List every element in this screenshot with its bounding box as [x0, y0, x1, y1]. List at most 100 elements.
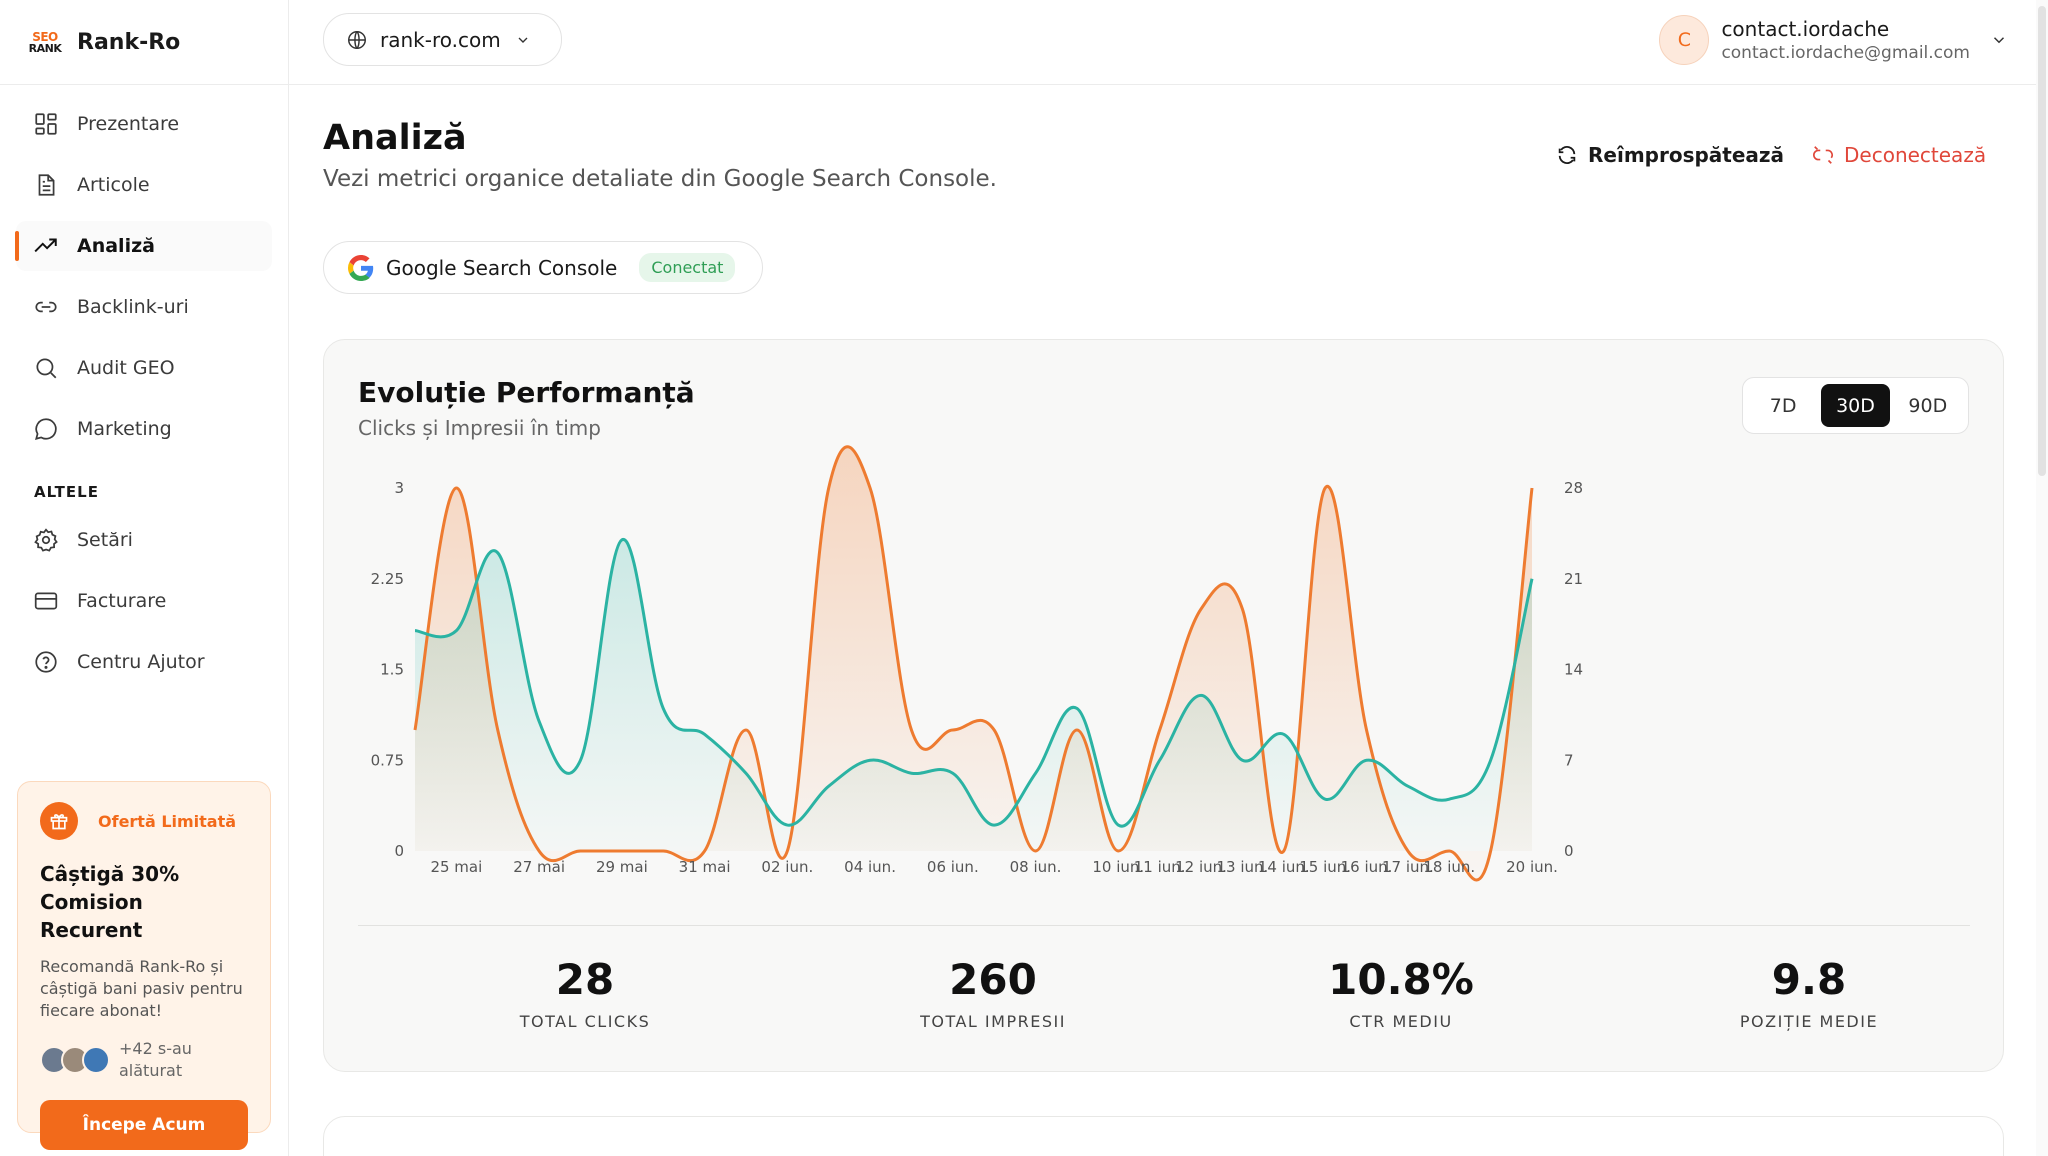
stats-divider	[358, 925, 1970, 926]
sidebar-item-label: Marketing	[77, 418, 172, 440]
stat-avg-position: 9.8 POZIȚIE MEDIE	[1659, 955, 1959, 1031]
card-title: Evoluție Performanță	[358, 376, 695, 409]
sidebar-section-label: ALTELE	[34, 483, 99, 501]
range-selector: 7D 30D 90D	[1742, 377, 1969, 434]
gift-icon	[40, 802, 78, 840]
y-tick-right: 7	[1564, 751, 1574, 769]
sidebar-item-facturare[interactable]: Facturare	[16, 576, 272, 626]
card-subtitle: Clicks și Impresii în timp	[358, 416, 601, 440]
stat-value: 9.8	[1771, 955, 1847, 1004]
promo-title: Câștigă 30% Comision Recurent	[40, 862, 180, 942]
sidebar-item-setari[interactable]: Setări	[16, 515, 272, 565]
user-name: contact.iordache	[1721, 17, 1890, 41]
start-now-button[interactable]: Începe Acum	[40, 1100, 248, 1150]
x-tick: 20 iun.	[1506, 858, 1558, 876]
y-tick-right: 28	[1564, 479, 1583, 497]
user-avatars	[40, 1046, 110, 1074]
promo-description: Recomandă Rank-Ro și câștigă bani pasiv …	[40, 957, 243, 1020]
refresh-icon	[1558, 146, 1576, 164]
brand-name: Rank-Ro	[77, 29, 181, 55]
y-tick-left: 2.25	[371, 570, 404, 588]
stat-label: POZIȚIE MEDIE	[1739, 1012, 1879, 1031]
grid-icon	[35, 113, 57, 135]
logo-line-1: SEO	[32, 29, 58, 44]
y-tick-left: 1.5	[380, 661, 404, 679]
document-icon	[38, 174, 55, 196]
page-subtitle: Vezi metrici organice detaliate din Goog…	[323, 166, 997, 192]
sidebar-item-label: Analiză	[77, 235, 155, 257]
stat-label: CTR MEDIU	[1349, 1012, 1453, 1031]
logo-line-2: RANK	[28, 41, 62, 55]
gear-icon	[34, 528, 58, 552]
chevron-down-icon	[518, 37, 528, 43]
y-tick-left: 3	[394, 479, 404, 497]
x-tick: 27 mai	[513, 858, 565, 876]
sidebar-item-analiza[interactable]: Analiză	[15, 221, 272, 271]
refresh-label: Reîmprospătează	[1588, 143, 1785, 167]
range-90d-button[interactable]: 90D	[1894, 384, 1962, 427]
sidebar-item-label: Facturare	[77, 590, 167, 612]
sidebar-item-label: Prezentare	[77, 113, 180, 135]
sidebar-item-audit-geo[interactable]: Audit GEO	[16, 343, 272, 393]
unlink-icon	[1813, 146, 1833, 164]
x-tick: 10 iun.	[1092, 858, 1144, 876]
y-tick-left: 0.75	[371, 751, 404, 769]
sidebar-item-articole[interactable]: Articole	[16, 160, 272, 210]
x-tick: 06 iun.	[927, 858, 979, 876]
avatar: C	[1659, 15, 1710, 65]
x-tick: 15 iun.	[1299, 858, 1351, 876]
secondary-card	[323, 1116, 2004, 1156]
refresh-button[interactable]: Reîmprospătează	[1556, 143, 1784, 167]
promo-joined-count: +42 s-au alăturat	[119, 1039, 192, 1080]
promo-tag: Ofertă Limitată	[98, 811, 237, 831]
y-tick-right: 14	[1564, 661, 1583, 679]
google-icon	[348, 254, 374, 281]
stat-value: 10.8%	[1328, 955, 1474, 1004]
brand[interactable]: SEO RANK Rank-Ro	[0, 0, 288, 85]
disconnect-button[interactable]: Deconectează	[1812, 143, 1986, 167]
scrollbar-thumb[interactable]	[2038, 6, 2046, 476]
series-area-clicks	[415, 446, 1532, 881]
sidebar-item-label: Centru Ajutor	[77, 651, 205, 673]
integration-label: Google Search Console	[386, 255, 618, 280]
x-tick: 18 iun.	[1423, 858, 1475, 876]
user-email: contact.iordache@gmail.com	[1721, 43, 1970, 63]
site-selector[interactable]: rank-ro.com	[323, 13, 562, 66]
x-tick: 17 iun.	[1382, 858, 1434, 876]
sidebar-item-label: Backlink-uri	[77, 296, 189, 318]
sidebar: SEO RANK Rank-Ro Prezentare Articole Ana…	[0, 0, 289, 1156]
sidebar-item-label: Audit GEO	[77, 357, 175, 379]
disconnect-label: Deconectează	[1844, 143, 1987, 167]
sidebar-item-marketing[interactable]: Marketing	[16, 404, 272, 454]
range-30d-button[interactable]: 30D	[1821, 384, 1890, 427]
x-tick: 13 iun.	[1217, 858, 1269, 876]
search-icon	[36, 358, 57, 379]
credit-card-icon	[34, 592, 58, 610]
series-area-impressions	[415, 539, 1532, 851]
status-badge: Conectat	[639, 253, 736, 282]
stat-ctr: 10.8% CTR MEDIU	[1251, 955, 1551, 1031]
stat-label: TOTAL CLICKS	[519, 1012, 651, 1031]
sidebar-item-label: Articole	[77, 174, 150, 196]
x-tick: 16 iun.	[1341, 858, 1393, 876]
stat-label: TOTAL IMPRESII	[920, 1012, 1066, 1031]
integration-status: Google Search Console Conectat	[323, 241, 763, 294]
sidebar-nav: Prezentare Articole Analiză Backlink-uri…	[0, 85, 288, 687]
sidebar-item-centru-ajutor[interactable]: Centru Ajutor	[16, 637, 272, 687]
sidebar-item-prezentare[interactable]: Prezentare	[16, 99, 272, 149]
chat-icon	[35, 418, 57, 440]
stat-total-impressions: 260 TOTAL IMPRESII	[843, 955, 1143, 1031]
x-tick: 04 iun.	[844, 858, 896, 876]
help-icon	[35, 651, 57, 673]
avatar	[82, 1046, 110, 1074]
performance-card: Evoluție Performanță Clicks și Impresii …	[323, 339, 2004, 1072]
promo-card: Ofertă Limitată Câștigă 30% Comision Rec…	[17, 781, 271, 1150]
user-menu[interactable]: C contact.iordache contact.iordache@gmai…	[1659, 12, 2008, 68]
x-tick: 29 mai	[596, 858, 648, 876]
globe-icon	[348, 30, 366, 49]
brand-logo: SEO RANK	[27, 28, 63, 56]
sidebar-item-backlinks[interactable]: Backlink-uri	[16, 282, 272, 332]
range-7d-button[interactable]: 7D	[1749, 384, 1817, 427]
y-tick-left: 0	[394, 842, 404, 860]
scrollbar[interactable]	[2036, 0, 2048, 1156]
